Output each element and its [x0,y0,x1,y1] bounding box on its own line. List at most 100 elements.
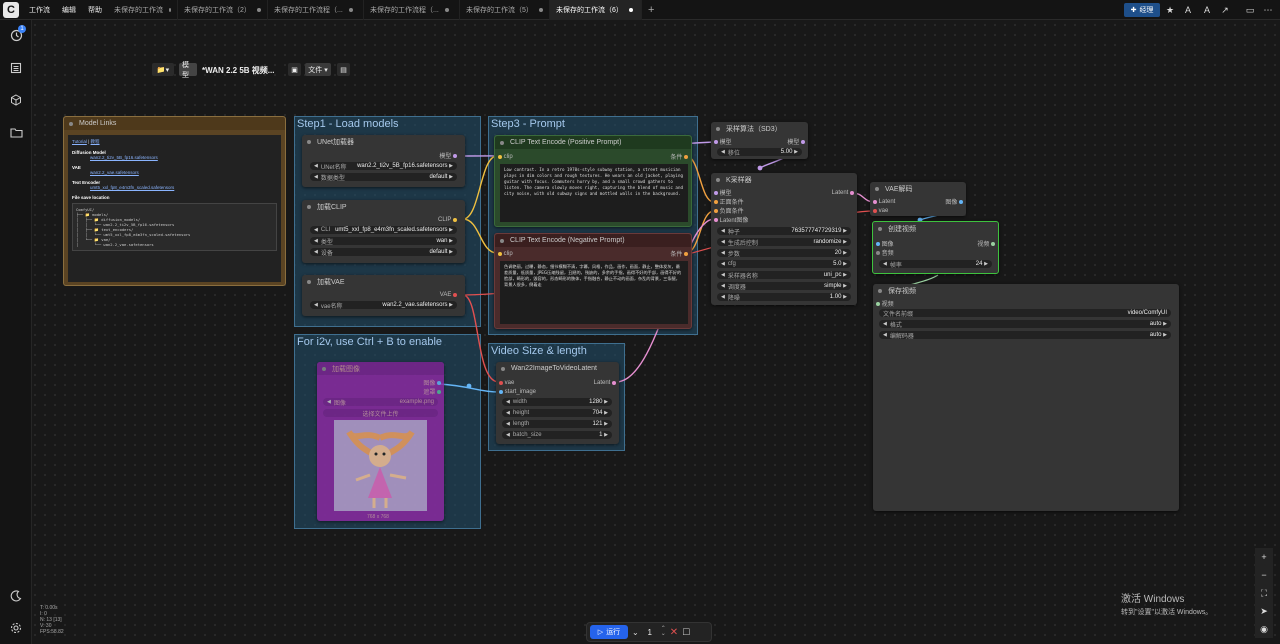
slot-dot-icon[interactable] [873,199,877,204]
slot-dot-icon[interactable] [959,199,963,204]
input-negative[interactable]: 负面条件 [714,206,744,215]
slot-dot-icon[interactable] [499,389,503,394]
input-vae[interactable]: vae [873,206,888,215]
slot-dot-icon[interactable] [991,241,995,246]
diffusion-link[interactable]: wan2.2_ti2v_5B_fp16.safetensors [90,155,277,160]
arrow-right-icon[interactable]: ▶ [449,238,453,244]
output-latent[interactable]: Latent [594,378,616,387]
batch-size-widget[interactable]: ◀ batch_size 1 ▶ [502,431,612,439]
slot-dot-icon[interactable] [612,380,616,385]
input-start-image[interactable]: start_image [499,387,536,396]
vae-loader-node[interactable]: 加载VAE VAE ◀ vae名称 wan2.2_vae.safetensors ▶ [302,275,465,316]
more-icon[interactable]: ⋯ [1261,3,1275,17]
fps-widget[interactable]: ◀ 帧率 24 ▶ [879,260,992,268]
unet-name-widget[interactable]: ◀ UNet名称 wan2.2_ti2v_5B_fp16.safetensors ▶ [310,162,457,170]
arrow-left-icon[interactable]: ◀ [506,421,510,427]
close-tab-icon[interactable] [169,7,171,12]
control-after-generate-widget[interactable]: ◀ 生成后控制 randomize ▶ [717,238,851,246]
slot-dot-icon[interactable] [873,208,877,213]
arrow-right-icon[interactable]: ▶ [449,249,453,255]
arrow-right-icon[interactable]: ▶ [794,149,798,155]
arrow-right-icon[interactable]: ▶ [843,239,847,245]
fit-view-icon[interactable]: ⛶ [1255,584,1273,602]
collapse-dot-icon[interactable] [307,279,311,284]
slot-dot-icon[interactable] [714,139,718,144]
arrow-left-icon[interactable]: ◀ [721,228,725,234]
node-library-icon[interactable] [8,60,24,76]
input-model[interactable]: 模型 [714,188,732,197]
slot-dot-icon[interactable] [499,380,503,385]
vae-decode-node[interactable]: VAE解码 Latent vae 图像 [870,182,966,216]
sampler-name-widget[interactable]: ◀ 采样器名称 uni_pc ▶ [717,271,851,279]
slot-dot-icon[interactable] [876,250,880,255]
input-latent[interactable]: Latent [873,197,895,206]
slot-dot-icon[interactable] [714,217,718,222]
arrow-right-icon[interactable]: ▶ [449,302,453,308]
stop-square-icon[interactable]: ☐ [682,627,690,638]
clip-device-widget[interactable]: ◀ 设备 default ▶ [310,248,457,256]
output-conditioning[interactable]: 条件 [670,249,688,258]
node-header[interactable]: K采样器 [711,173,857,186]
node-header[interactable]: CLIP Text Encode (Negative Prompt) [495,234,691,247]
output-latent[interactable]: Latent [832,188,854,197]
width-widget[interactable]: ◀ width 1280 ▶ [502,398,612,406]
menu-help[interactable]: 帮助 [82,5,108,15]
slot-dot-icon[interactable] [850,190,854,195]
collapse-dot-icon[interactable] [716,177,720,182]
slot-dot-icon[interactable] [437,380,441,385]
output-image[interactable]: 图像 [945,197,963,206]
manager-button[interactable]: ✚ 经理 [1124,3,1160,17]
node-header[interactable]: UNet加载器 [302,135,465,148]
node-header[interactable]: Wan22ImageToVideoLatent [496,362,619,375]
vae-name-widget[interactable]: ◀ vae名称 wan2.2_vae.safetensors ▶ [310,301,457,309]
arrow-right-icon[interactable]: ▶ [843,228,847,234]
share-icon[interactable]: ↗ [1218,3,1232,17]
cancel-x-icon[interactable]: ✕ [670,627,678,638]
collapse-dot-icon[interactable] [500,140,504,145]
arrow-left-icon[interactable]: ◀ [883,332,887,338]
slot-dot-icon[interactable] [453,292,457,297]
star-icon[interactable]: ★ [1163,3,1177,17]
workflow-tab[interactable]: 未保存的工作流程（... [364,0,460,20]
arrow-right-icon[interactable]: ▶ [1163,321,1167,327]
input-model[interactable]: 模型 [714,137,732,146]
workflow-tab[interactable]: 未保存的工作流 [108,0,178,20]
close-tab-icon[interactable] [538,7,543,12]
unet-loader-node[interactable]: UNet加载器 模型 ◀ UNet名称 wan2.2_ti2v_5B_fp16.sa… [302,135,465,187]
node-header[interactable]: Model Links [64,117,285,130]
workflow-tab[interactable]: 未保存的工作流（5） [460,0,550,20]
workflow-tab[interactable]: 未保存的工作流（2） [178,0,268,20]
negative-prompt-text[interactable]: 色调艳丽，过曝，静态，细节模糊不清，字幕，风格，作品，画作，画面，静止，整体发灰… [500,261,688,324]
arrow-right-icon[interactable]: ▶ [449,227,453,233]
slot-dot-icon[interactable] [876,301,880,306]
arrow-right-icon[interactable]: ▶ [604,410,608,416]
menu-edit[interactable]: 编辑 [56,5,82,15]
node-header[interactable]: 创建视频 [873,222,998,235]
node-header[interactable]: CLIP Text Encode (Positive Prompt) [495,136,691,149]
dtype-widget[interactable]: ◀ 数据类型 default ▶ [310,173,457,181]
collapse-dot-icon[interactable] [307,204,311,209]
workflow-tab[interactable]: 未保存的工作流程（... [268,0,364,20]
collapse-dot-icon[interactable] [875,186,879,191]
arrow-left-icon[interactable]: ◀ [721,283,725,289]
input-images[interactable]: 图像 [876,239,894,248]
node-header[interactable]: 加载图像 [317,362,444,375]
node-header[interactable]: 加载VAE [302,275,465,288]
node-header[interactable]: 保存视频 [873,284,1179,297]
input-latent[interactable]: Latent图像 [714,215,748,224]
slot-dot-icon[interactable] [498,154,502,159]
pointer-mode-icon[interactable]: ➤ [1255,602,1273,620]
model-button[interactable]: 模型 [179,62,197,79]
tutorial-cn-link[interactable]: 教程 [91,139,100,144]
collapse-dot-icon[interactable] [500,238,504,243]
stepper-icon[interactable]: ⌃ ⌄ [661,626,666,637]
steps-widget[interactable]: ◀ 步数 20 ▶ [717,249,851,257]
arrow-left-icon[interactable]: ◀ [721,149,725,155]
cfg-widget[interactable]: ◀ cfg 5.0 ▶ [717,260,851,268]
slot-dot-icon[interactable] [876,241,880,246]
image-icon[interactable]: ▣ [288,63,301,76]
output-mask[interactable]: 遮罩 [423,387,441,396]
vae-link[interactable]: wan2.2_vae.safetensors [90,170,277,175]
arrow-right-icon[interactable]: ▶ [843,294,847,300]
output-clip[interactable]: CLIP [438,215,457,224]
